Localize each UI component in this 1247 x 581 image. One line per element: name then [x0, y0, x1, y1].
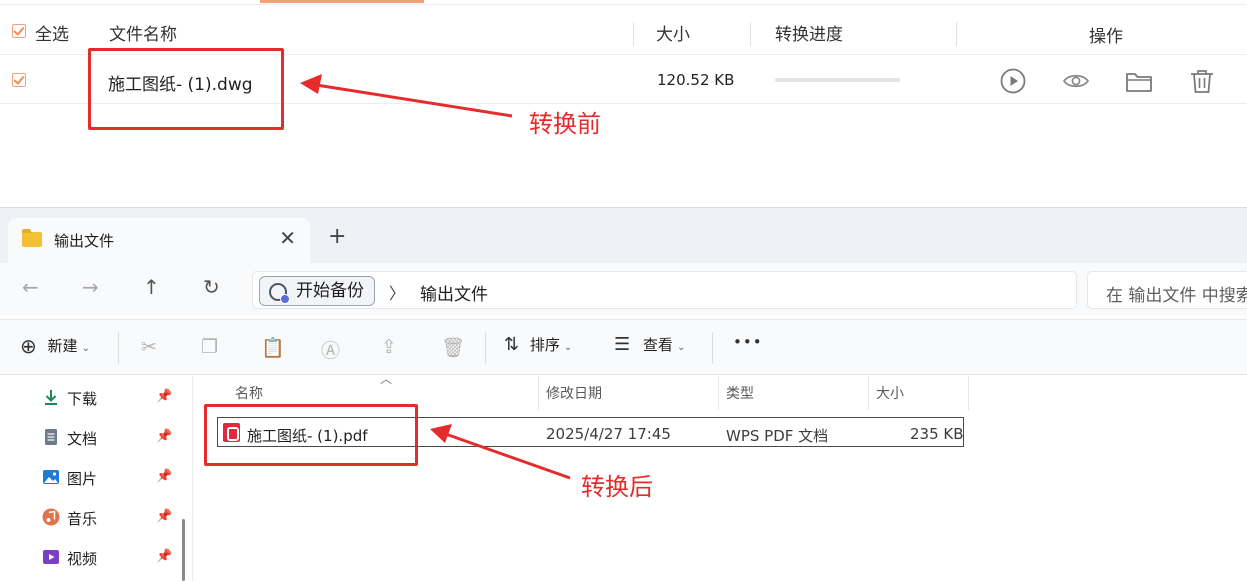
chevron-down-icon: ⌄	[81, 343, 90, 354]
column-header-size: 大小	[656, 25, 690, 45]
view-button[interactable]: ☰ 查看 ⌄	[614, 334, 685, 355]
breadcrumb-root[interactable]: 开始备份	[259, 276, 375, 306]
tab-title: 输出文件	[54, 232, 115, 250]
sort-button[interactable]: ⇅ 排序 ⌄	[504, 334, 572, 355]
column-header-progress: 转换进度	[775, 25, 843, 45]
toolbar-divider	[118, 332, 119, 364]
column-divider[interactable]	[868, 376, 869, 410]
column-header-type[interactable]: 类型	[726, 383, 754, 403]
refresh-icon[interactable]: ↻	[203, 275, 220, 299]
breadcrumb-current[interactable]: 输出文件	[420, 280, 488, 305]
column-divider[interactable]	[538, 376, 539, 410]
column-header-name[interactable]: 名称	[235, 383, 263, 403]
chevron-down-icon: ⌄	[676, 342, 686, 353]
column-divider	[956, 22, 957, 46]
annotation-box-after	[204, 404, 418, 466]
column-divider	[633, 22, 634, 46]
paste-icon[interactable]: 📋	[261, 336, 285, 359]
conversion-progress-bar	[775, 78, 900, 82]
sidebar-item-label: 图片	[67, 470, 98, 488]
sort-icon: ⇅	[504, 334, 520, 355]
file-explorer-window: 输出文件 ✕ + ← → ↑ ↻ 开始备份 〉 输出文件 在 输出文件 中搜索	[0, 207, 1247, 581]
explorer-command-bar: ⊕ 新建 ⌄ ✂ ❐ 📋 Ⓐ ⇪ 🗑 ⇅ 排序 ⌄ ☰ 查看 ⌄ •••	[0, 319, 1247, 375]
explorer-tab[interactable]: 输出文件 ✕	[8, 218, 310, 264]
folder-icon[interactable]	[1124, 66, 1154, 96]
backup-cloud-icon	[269, 283, 290, 304]
explorer-tab-bar: 输出文件 ✕ +	[0, 207, 1247, 264]
file-modified-date: 2025/4/27 17:45	[546, 425, 671, 443]
share-icon[interactable]: ⇪	[381, 336, 397, 358]
annotation-box-before	[88, 48, 284, 130]
file-size: 235 KB	[910, 425, 964, 443]
address-bar[interactable]: 开始备份 〉 输出文件	[252, 271, 1077, 309]
cut-icon[interactable]: ✂	[141, 336, 157, 358]
column-header-filename: 文件名称	[109, 25, 177, 45]
sidebar-item-label: 下载	[67, 390, 98, 408]
breadcrumb-root-label: 开始备份	[296, 281, 364, 301]
column-divider	[750, 22, 751, 46]
new-tab-button[interactable]: +	[328, 224, 346, 249]
select-all-checkbox[interactable]	[12, 24, 26, 38]
up-arrow-icon[interactable]: ↑	[143, 275, 160, 299]
pin-icon[interactable]: 📌	[156, 429, 172, 444]
file-size: 120.52 KB	[657, 71, 735, 89]
chevron-right-icon[interactable]: 〉	[389, 280, 405, 304]
column-header-size[interactable]: 大小	[876, 383, 904, 403]
new-button-label: 新建	[47, 337, 78, 355]
sort-ascending-icon: ︿	[380, 372, 393, 386]
close-icon[interactable]: ✕	[279, 226, 296, 250]
column-divider[interactable]	[718, 376, 719, 410]
sidebar-scrollbar[interactable]	[182, 519, 185, 581]
column-header-actions: 操作	[1089, 27, 1123, 47]
pin-icon[interactable]: 📌	[156, 509, 172, 524]
forward-arrow-icon[interactable]: →	[82, 275, 99, 299]
new-button[interactable]: ⊕ 新建 ⌄	[20, 332, 90, 358]
pictures-icon	[43, 470, 59, 484]
trash-icon[interactable]	[1187, 66, 1217, 96]
rename-icon[interactable]: Ⓐ	[321, 336, 340, 363]
active-tab-indicator	[260, 0, 424, 3]
folder-icon	[22, 229, 42, 247]
search-placeholder: 在 输出文件 中搜索	[1106, 286, 1247, 306]
back-arrow-icon[interactable]: ←	[22, 275, 39, 299]
sidebar-item-label: 视频	[67, 550, 98, 568]
annotation-label-after: 转换后	[581, 473, 653, 501]
document-icon	[45, 429, 57, 445]
navigation-pane: 下载 📌 文档 📌 图片 �	[0, 376, 193, 581]
view-button-label: 查看	[642, 336, 673, 354]
video-icon	[43, 550, 59, 564]
eye-icon[interactable]	[1061, 66, 1091, 96]
select-all-label: 全选	[35, 25, 69, 45]
delete-icon[interactable]: 🗑	[441, 336, 465, 359]
column-divider[interactable]	[968, 376, 969, 410]
annotation-label-before: 转换前	[529, 110, 601, 138]
plus-circle-icon: ⊕	[20, 334, 37, 358]
column-header-modified[interactable]: 修改日期	[546, 383, 602, 403]
sidebar-item-label: 音乐	[67, 510, 98, 528]
explorer-nav-bar: ← → ↑ ↻ 开始备份 〉 输出文件 在 输出文件 中搜索	[0, 263, 1247, 315]
screenshot-root: 全选 文件名称 大小 转换进度 操作 施工图纸- (1).dwg 120.52 …	[0, 0, 1247, 581]
more-options-button[interactable]: •••	[733, 333, 763, 351]
search-box[interactable]: 在 输出文件 中搜索	[1087, 271, 1247, 309]
play-icon[interactable]	[998, 66, 1028, 96]
chevron-down-icon: ⌄	[563, 342, 573, 353]
pin-icon[interactable]: 📌	[156, 389, 172, 404]
file-type: WPS PDF 文档	[726, 427, 829, 445]
pin-icon[interactable]: 📌	[156, 549, 172, 564]
view-icon: ☰	[614, 334, 631, 355]
toolbar-divider	[485, 332, 486, 364]
copy-icon[interactable]: ❐	[201, 336, 218, 358]
download-icon	[45, 390, 57, 405]
pin-icon[interactable]: 📌	[156, 469, 172, 484]
sidebar-item-label: 文档	[67, 430, 98, 448]
toolbar-divider	[712, 332, 713, 364]
file-row-checkbox[interactable]	[12, 73, 26, 87]
music-icon	[42, 508, 60, 526]
sort-button-label: 排序	[529, 336, 560, 354]
